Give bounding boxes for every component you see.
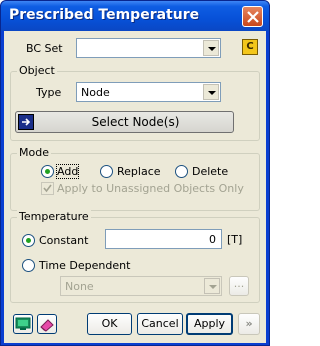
mode-add-radio[interactable] <box>41 165 54 178</box>
function-dropdown[interactable]: None <box>60 276 222 296</box>
eraser-icon <box>40 319 54 332</box>
select-nodes-label: Select Node(s) <box>91 115 180 129</box>
temperature-unit: [T] <box>227 233 243 246</box>
object-group-label: Object <box>17 64 57 77</box>
chevron-down-icon[interactable] <box>203 40 219 56</box>
browse-function-button[interactable]: ... <box>229 276 249 296</box>
expand-button[interactable]: » <box>238 313 260 335</box>
window-title: Prescribed Temperature <box>9 7 200 23</box>
type-value: Node <box>81 86 110 99</box>
dialog-window: Prescribed Temperature BC Set C Object T… <box>0 0 270 346</box>
mode-group-label: Mode <box>17 146 51 159</box>
browse-label: ... <box>233 277 245 290</box>
checkmark-icon <box>43 184 52 193</box>
dialog-body: BC Set C Object Type Node Select Node(s) <box>4 31 266 343</box>
bc-set-manager-button[interactable]: C <box>242 39 258 55</box>
apply-label: Apply <box>193 317 226 330</box>
time-dependent-radio[interactable] <box>22 259 35 272</box>
double-chevron-right-icon: » <box>245 317 253 330</box>
constant-value-input[interactable]: 0 <box>105 229 222 249</box>
chevron-down-icon[interactable] <box>204 278 220 294</box>
type-label: Type <box>36 86 62 99</box>
bc-set-dropdown[interactable] <box>76 38 221 58</box>
mode-replace-radio[interactable] <box>100 165 113 178</box>
mode-add-label[interactable]: Add <box>55 164 80 179</box>
ok-label: OK <box>101 317 118 330</box>
bc-set-icon: C <box>246 41 254 52</box>
display-toggle-button[interactable] <box>13 314 33 334</box>
apply-button[interactable]: Apply <box>186 313 233 335</box>
mode-delete-label[interactable]: Delete <box>192 165 228 178</box>
time-dependent-label[interactable]: Time Dependent <box>39 259 130 272</box>
cancel-button[interactable]: Cancel <box>137 313 183 335</box>
constant-radio[interactable] <box>22 234 35 247</box>
bc-set-label: BC Set <box>26 42 63 55</box>
apply-unassigned-checkbox[interactable] <box>41 182 54 195</box>
temperature-group-label: Temperature <box>17 210 91 223</box>
chevron-down-icon[interactable] <box>203 84 219 100</box>
mode-replace-label[interactable]: Replace <box>117 165 161 178</box>
select-arrow-icon <box>18 114 34 130</box>
apply-unassigned-label: Apply to Unassigned Objects Only <box>57 182 244 195</box>
select-nodes-button[interactable]: Select Node(s) <box>15 111 234 133</box>
ok-button[interactable]: OK <box>87 313 132 335</box>
cancel-label: Cancel <box>141 317 179 330</box>
constant-value: 0 <box>209 233 216 246</box>
close-icon <box>247 11 259 23</box>
type-dropdown[interactable]: Node <box>76 82 221 102</box>
monitor-icon <box>15 317 31 330</box>
eraser-button[interactable] <box>37 314 57 334</box>
constant-label[interactable]: Constant <box>39 234 88 247</box>
function-value: None <box>65 280 94 293</box>
mode-delete-radio[interactable] <box>175 165 188 178</box>
title-bar[interactable]: Prescribed Temperature <box>1 1 269 31</box>
close-button[interactable] <box>242 6 263 27</box>
